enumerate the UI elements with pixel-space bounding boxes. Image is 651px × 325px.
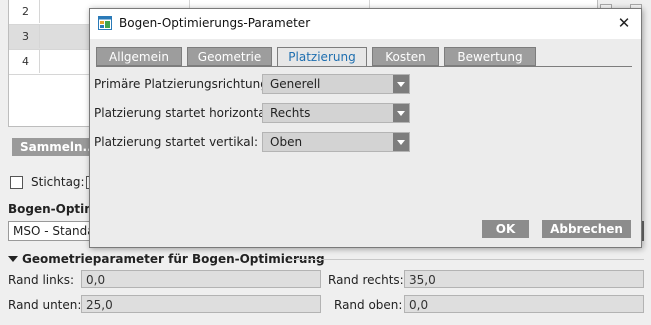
- close-icon[interactable]: ✕: [614, 13, 634, 33]
- stichtag-label: Stichtag:: [31, 175, 85, 189]
- rand-oben-field[interactable]: 0,0: [404, 295, 644, 313]
- section-divider: [288, 259, 644, 260]
- abbrechen-button[interactable]: Abbrechen: [542, 220, 631, 238]
- row-number: 4: [22, 55, 29, 68]
- chevron-down-icon[interactable]: [393, 133, 409, 151]
- geometry-section-title: Geometrieparameter für Bogen-Optimierung: [22, 252, 325, 266]
- collapse-triangle-icon[interactable]: [8, 256, 18, 262]
- app-icon: [98, 16, 112, 30]
- rand-rechts-label: Rand rechts:: [328, 273, 404, 287]
- rand-unten-field[interactable]: 25,0: [81, 295, 321, 313]
- chevron-down-icon[interactable]: [393, 75, 409, 93]
- rand-links-field[interactable]: 0,0: [81, 270, 321, 288]
- tab-kosten[interactable]: Kosten: [372, 47, 439, 66]
- dialog-title: Bogen-Optimierungs-Parameter: [119, 16, 311, 30]
- primaere-platzierungsrichtung-label: Primäre Platzierungsrichtung:: [94, 77, 272, 91]
- dropdown-value: Rechts: [270, 106, 311, 120]
- platzierung-vertikal-label: Platzierung startet vertikal:: [94, 135, 258, 149]
- sammeln-button[interactable]: Sammeln...: [12, 138, 98, 156]
- tab-platzierung[interactable]: Platzierung: [277, 47, 367, 67]
- ok-button[interactable]: OK: [482, 220, 529, 238]
- row-number: 3: [22, 30, 29, 43]
- chevron-down-icon[interactable]: [393, 104, 409, 122]
- tab-allgemein[interactable]: Allgemein: [96, 47, 182, 66]
- primaere-platzierungsrichtung-dropdown[interactable]: Generell: [262, 74, 410, 94]
- platzierung-horizontal-label: Platzierung startet horizontal:: [94, 106, 273, 120]
- tab-bewertung[interactable]: Bewertung: [444, 47, 536, 66]
- dropdown-value: Generell: [270, 77, 321, 91]
- row-number: 2: [22, 5, 29, 18]
- stichtag-checkbox[interactable]: [10, 176, 23, 189]
- dropdown-value: Oben: [270, 135, 303, 149]
- dialog-titlebar[interactable]: Bogen-Optimierungs-Parameter ✕: [90, 9, 641, 39]
- platzierung-horizontal-dropdown[interactable]: Rechts: [262, 103, 410, 123]
- rand-links-label: Rand links:: [8, 273, 74, 287]
- platzierung-vertikal-dropdown[interactable]: Oben: [262, 132, 410, 152]
- tab-geometrie[interactable]: Geometrie: [187, 47, 272, 66]
- rand-unten-label: Rand unten:: [8, 298, 82, 312]
- bogen-optimierungs-dialog: Bogen-Optimierungs-Parameter ✕ Allgemein…: [89, 8, 642, 248]
- rand-rechts-field[interactable]: 35,0: [404, 270, 644, 288]
- rand-oben-label: Rand oben:: [334, 298, 403, 312]
- tab-divider: [96, 66, 632, 67]
